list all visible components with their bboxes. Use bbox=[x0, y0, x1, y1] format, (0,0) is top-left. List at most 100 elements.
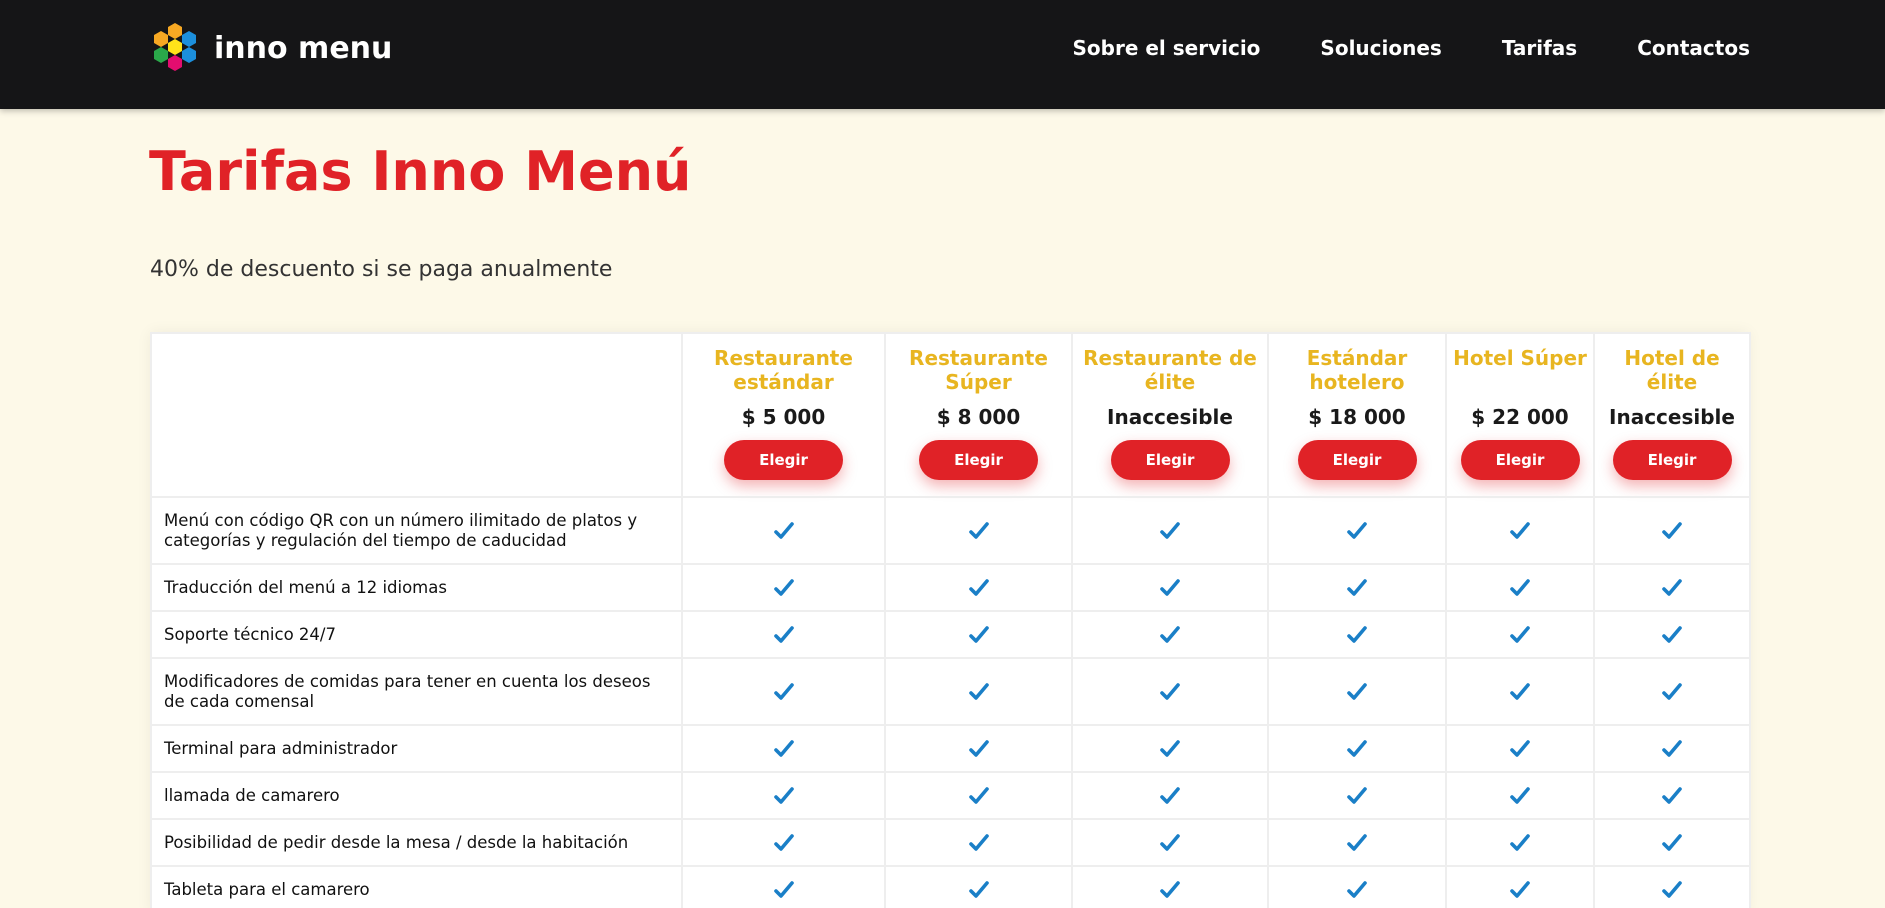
main-nav: Sobre el servicio Soluciones Tarifas Con… bbox=[1073, 36, 1751, 60]
checkmark-icon bbox=[1510, 881, 1530, 899]
checkmark-icon bbox=[1160, 834, 1180, 852]
plan-price: Inaccesible bbox=[1107, 405, 1233, 429]
feature-check-cell bbox=[1445, 724, 1595, 773]
top-navigation-bar: inno menu Sobre el servicio Soluciones T… bbox=[0, 0, 1885, 109]
feature-check-cell bbox=[1445, 563, 1595, 612]
plan-column-hotel-elite: Hotel de élite Inaccesible Elegir bbox=[1593, 332, 1751, 498]
checkmark-icon bbox=[968, 626, 989, 644]
checkmark-icon bbox=[773, 740, 794, 758]
discount-note: 40% de descuento si se paga anualmente bbox=[150, 257, 613, 282]
feature-check-cell bbox=[1445, 657, 1595, 726]
checkmark-icon bbox=[968, 787, 989, 805]
checkmark-icon bbox=[1662, 787, 1682, 805]
plan-price: Inaccesible bbox=[1609, 405, 1735, 429]
choose-plan-button[interactable]: Elegir bbox=[724, 440, 843, 480]
checkmark-icon bbox=[1510, 683, 1530, 701]
choose-plan-button[interactable]: Elegir bbox=[919, 440, 1038, 480]
checkmark-icon bbox=[1160, 626, 1180, 644]
checkmark-icon bbox=[968, 522, 989, 540]
nav-link-tarifas[interactable]: Tarifas bbox=[1502, 36, 1577, 60]
feature-row: Terminal para administrador bbox=[150, 724, 1751, 773]
plan-column-hotel-super: Hotel Súper $ 22 000 Elegir bbox=[1445, 332, 1595, 498]
feature-check-cell bbox=[681, 771, 886, 820]
checkmark-icon bbox=[1510, 740, 1530, 758]
feature-check-cell bbox=[681, 563, 886, 612]
plans-header-row: Restaurante estándar $ 5 000 Elegir Rest… bbox=[150, 332, 1751, 498]
feature-check-cell bbox=[884, 724, 1073, 773]
feature-check-cell bbox=[1071, 610, 1269, 659]
plan-column-restaurante-estandar: Restaurante estándar $ 5 000 Elegir bbox=[681, 332, 886, 498]
feature-check-cell bbox=[884, 865, 1073, 908]
feature-check-cell bbox=[1593, 563, 1751, 612]
page-title: Tarifas Inno Menú bbox=[149, 140, 692, 203]
feature-check-cell bbox=[681, 818, 886, 867]
plan-name: Restaurante estándar bbox=[714, 346, 853, 394]
checkmark-icon bbox=[968, 683, 989, 701]
checkmark-icon bbox=[968, 881, 989, 899]
plan-price: $ 8 000 bbox=[936, 405, 1021, 429]
feature-check-cell bbox=[1071, 818, 1269, 867]
feature-label: llamada de camarero bbox=[150, 771, 683, 820]
feature-check-cell bbox=[884, 496, 1073, 565]
feature-check-cell bbox=[1267, 771, 1447, 820]
checkmark-icon bbox=[1347, 522, 1367, 540]
logo[interactable]: inno menu bbox=[149, 23, 392, 73]
nav-link-contactos[interactable]: Contactos bbox=[1637, 36, 1750, 60]
feature-check-cell bbox=[1267, 865, 1447, 908]
feature-check-cell bbox=[1593, 657, 1751, 726]
plan-column-estandar-hotelero: Estándar hotelero $ 18 000 Elegir bbox=[1267, 332, 1447, 498]
plan-name: Hotel de élite bbox=[1624, 346, 1720, 394]
checkmark-icon bbox=[773, 881, 794, 899]
checkmark-icon bbox=[1347, 626, 1367, 644]
checkmark-icon bbox=[1347, 740, 1367, 758]
choose-plan-button[interactable]: Elegir bbox=[1297, 440, 1417, 480]
feature-check-cell bbox=[884, 657, 1073, 726]
feature-check-cell bbox=[1071, 563, 1269, 612]
empty-header-cell bbox=[150, 332, 683, 498]
choose-plan-button[interactable]: Elegir bbox=[1110, 440, 1230, 480]
plan-price: $ 18 000 bbox=[1308, 405, 1406, 429]
feature-check-cell bbox=[1445, 496, 1595, 565]
checkmark-icon bbox=[968, 834, 989, 852]
checkmark-icon bbox=[1662, 683, 1682, 701]
feature-check-cell bbox=[884, 818, 1073, 867]
checkmark-icon bbox=[1662, 522, 1682, 540]
logo-text: inno menu bbox=[214, 30, 393, 66]
feature-check-cell bbox=[1593, 496, 1751, 565]
feature-check-cell bbox=[884, 563, 1073, 612]
feature-check-cell bbox=[1071, 496, 1269, 565]
checkmark-icon bbox=[1662, 881, 1682, 899]
checkmark-icon bbox=[1347, 683, 1367, 701]
nav-link-soluciones[interactable]: Soluciones bbox=[1320, 36, 1441, 60]
feature-check-cell bbox=[1445, 865, 1595, 908]
checkmark-icon bbox=[773, 626, 794, 644]
plan-price: $ 22 000 bbox=[1471, 405, 1569, 429]
pricing-table: Restaurante estándar $ 5 000 Elegir Rest… bbox=[150, 332, 1751, 908]
feature-row: Soporte técnico 24/7 bbox=[150, 610, 1751, 659]
checkmark-icon bbox=[1160, 740, 1180, 758]
nav-link-sobre-el-servicio[interactable]: Sobre el servicio bbox=[1073, 36, 1261, 60]
checkmark-icon bbox=[1160, 881, 1180, 899]
plan-name: Hotel Súper bbox=[1453, 346, 1587, 370]
feature-check-cell bbox=[1071, 865, 1269, 908]
feature-row: Modificadores de comidas para tener en c… bbox=[150, 657, 1751, 726]
plan-name: Restaurante Súper bbox=[909, 346, 1048, 394]
feature-check-cell bbox=[1071, 657, 1269, 726]
features-body: Menú con código QR con un número ilimita… bbox=[150, 496, 1751, 908]
checkmark-icon bbox=[773, 834, 794, 852]
checkmark-icon bbox=[1347, 579, 1367, 597]
feature-check-cell bbox=[1593, 771, 1751, 820]
feature-row: Tableta para el camarero bbox=[150, 865, 1751, 908]
checkmark-icon bbox=[1160, 522, 1180, 540]
checkmark-icon bbox=[1510, 579, 1530, 597]
feature-check-cell bbox=[1071, 771, 1269, 820]
choose-plan-button[interactable]: Elegir bbox=[1612, 440, 1732, 480]
feature-check-cell bbox=[1267, 563, 1447, 612]
feature-row: llamada de camarero bbox=[150, 771, 1751, 820]
feature-row: Menú con código QR con un número ilimita… bbox=[150, 496, 1751, 565]
checkmark-icon bbox=[1662, 834, 1682, 852]
feature-check-cell bbox=[1445, 818, 1595, 867]
feature-row: Traducción del menú a 12 idiomas bbox=[150, 563, 1751, 612]
choose-plan-button[interactable]: Elegir bbox=[1460, 440, 1580, 480]
checkmark-icon bbox=[1510, 787, 1530, 805]
